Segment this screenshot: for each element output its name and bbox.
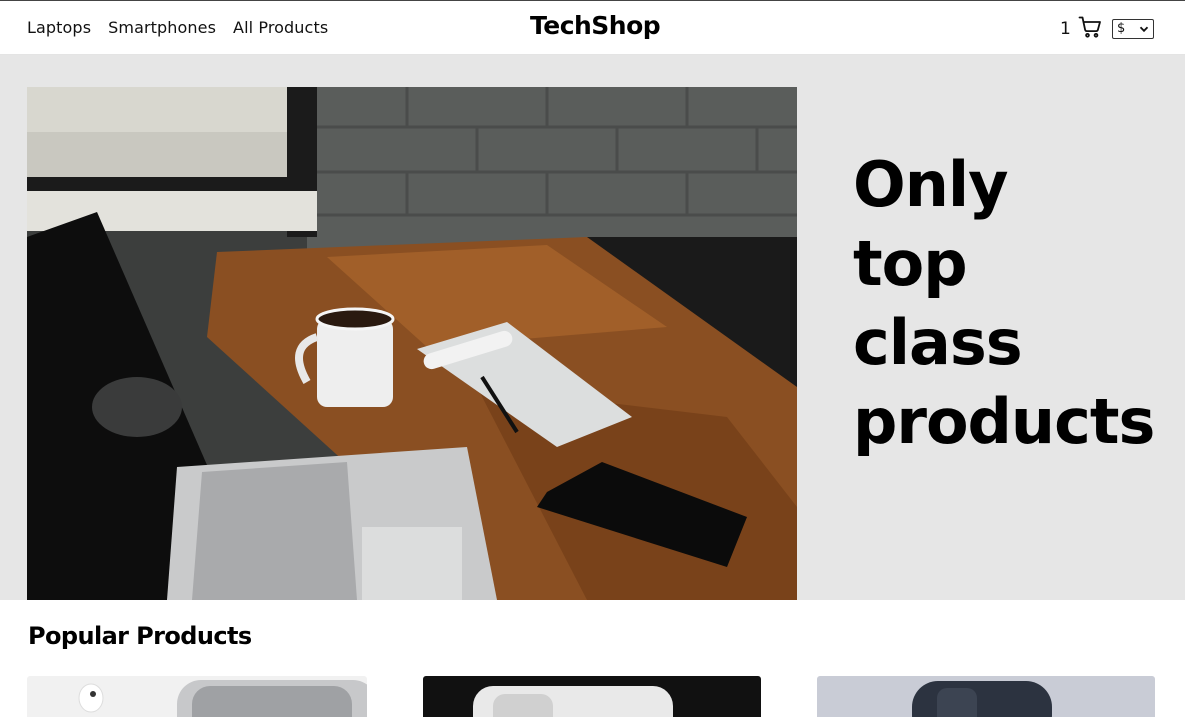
cart-icon[interactable]: [1078, 15, 1102, 39]
hero-section: Only top class products: [0, 55, 1185, 600]
product-image: [423, 676, 761, 717]
product-image: [27, 676, 367, 717]
chevron-down-icon: [1139, 26, 1149, 33]
hero-headline-line: products: [853, 385, 1155, 458]
main-nav: Laptops Smartphones All Products: [27, 18, 345, 37]
hero-headline: Only top class products: [853, 145, 1173, 461]
cart-count: 1: [1060, 19, 1071, 39]
top-navbar: Laptops Smartphones All Products TechSho…: [0, 0, 1185, 55]
currency-value: $: [1117, 21, 1126, 36]
currency-select[interactable]: $: [1112, 19, 1154, 39]
product-card[interactable]: [27, 676, 367, 717]
nav-laptops[interactable]: Laptops: [27, 18, 91, 37]
product-card[interactable]: [817, 676, 1155, 717]
hero-headline-line: top: [853, 227, 968, 300]
hero-headline-line: Only: [853, 148, 1009, 221]
nav-all-products[interactable]: All Products: [233, 18, 328, 37]
product-image: [817, 676, 1155, 717]
brand-logo[interactable]: TechShop: [530, 11, 661, 40]
hero-image: [27, 87, 797, 600]
section-title: Popular Products: [28, 622, 252, 650]
nav-smartphones[interactable]: Smartphones: [108, 18, 216, 37]
hero-headline-line: class: [853, 306, 1023, 379]
product-card[interactable]: [423, 676, 761, 717]
